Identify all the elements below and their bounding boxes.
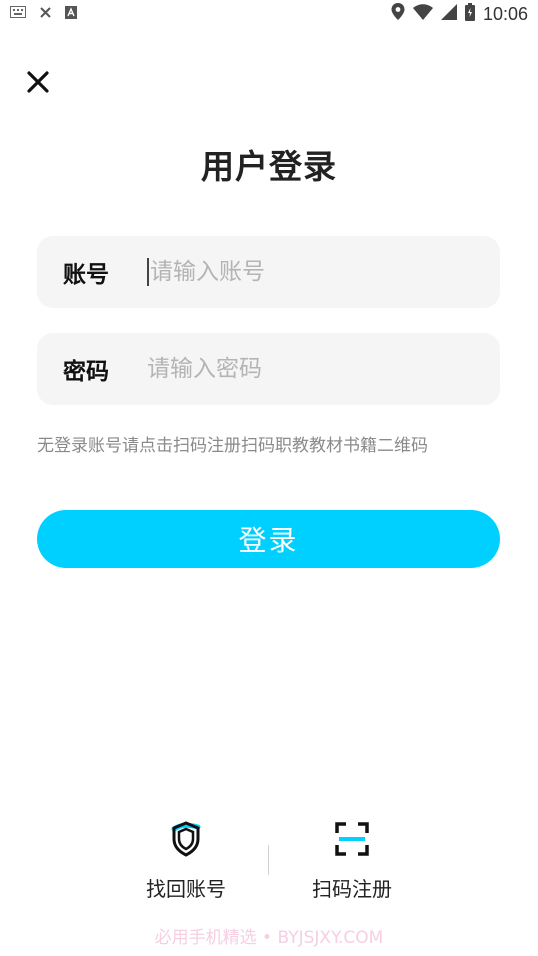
status-left-icons (10, 5, 77, 23)
bottom-actions: 找回账号 扫码注册 (0, 815, 538, 915)
scan-register-label: 扫码注册 (312, 877, 392, 901)
close-icon (27, 71, 49, 93)
status-bar: 10:06 (0, 0, 538, 28)
account-input[interactable] (150, 259, 470, 285)
find-account-button[interactable]: 找回账号 (106, 815, 266, 902)
scan-register-button[interactable]: 扫码注册 (272, 815, 432, 902)
text-caret (147, 258, 149, 286)
location-icon (391, 3, 405, 25)
page-title: 用户登录 (201, 147, 337, 186)
shield-icon (162, 815, 210, 863)
find-account-label: 找回账号 (146, 877, 226, 901)
status-time: 10:06 (482, 3, 528, 24)
battery-icon (464, 2, 475, 26)
wifi-icon (412, 3, 433, 25)
keyboard-icon (10, 6, 26, 22)
watermark: 必用手机精选 • BYJSJXY.COM (154, 928, 384, 948)
register-hint: 无登录账号请点击扫码注册扫码职教教材书籍二维码 (37, 436, 428, 456)
password-field[interactable]: 密码 (37, 333, 500, 405)
account-field[interactable]: 账号 (37, 236, 500, 308)
signal-icon (440, 3, 457, 25)
password-label: 密码 (63, 359, 109, 385)
divider (268, 845, 269, 875)
close-button[interactable] (24, 68, 52, 96)
login-button[interactable]: 登录 (37, 510, 500, 568)
status-right-icons: 10:06 (391, 2, 528, 26)
close-icon (40, 6, 51, 22)
text-icon (65, 5, 77, 23)
scan-icon (328, 815, 376, 863)
account-label: 账号 (63, 262, 109, 288)
password-input[interactable] (147, 356, 467, 382)
